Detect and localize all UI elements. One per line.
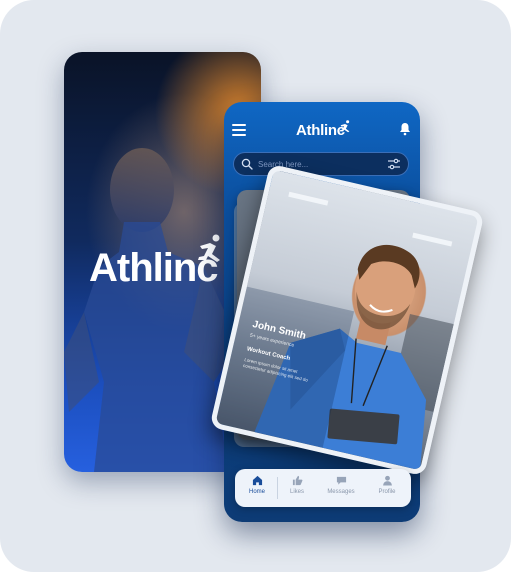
search-bar bbox=[233, 152, 409, 176]
filter-sliders-icon[interactable] bbox=[387, 158, 401, 170]
bottom-navigation: Home Likes Messages Profile bbox=[235, 469, 411, 507]
nav-label-profile: Profile bbox=[378, 489, 396, 495]
hamburger-menu-icon[interactable] bbox=[232, 124, 246, 136]
app-logo-runner-icon bbox=[339, 120, 350, 133]
nav-item-profile[interactable]: Profile bbox=[367, 475, 407, 503]
search-icon bbox=[241, 158, 253, 170]
nav-item-home[interactable]: Home bbox=[237, 475, 277, 503]
nav-label-home: Home bbox=[248, 489, 265, 495]
showcase-background: Athlinc Athlinc Search here... John Smit… bbox=[0, 0, 511, 572]
nav-label-messages: Messages bbox=[327, 489, 355, 495]
nav-item-likes[interactable]: Likes bbox=[277, 475, 317, 503]
app-header: Athlinc bbox=[224, 102, 420, 152]
bell-icon[interactable] bbox=[398, 122, 412, 136]
home-icon bbox=[252, 475, 262, 486]
thumbs-up-icon bbox=[292, 475, 302, 486]
nav-label-likes: Likes bbox=[289, 489, 304, 495]
runner-logo-icon bbox=[198, 234, 220, 262]
nav-item-messages[interactable]: Messages bbox=[321, 475, 361, 503]
user-icon bbox=[382, 475, 392, 486]
chat-icon bbox=[336, 476, 346, 485]
